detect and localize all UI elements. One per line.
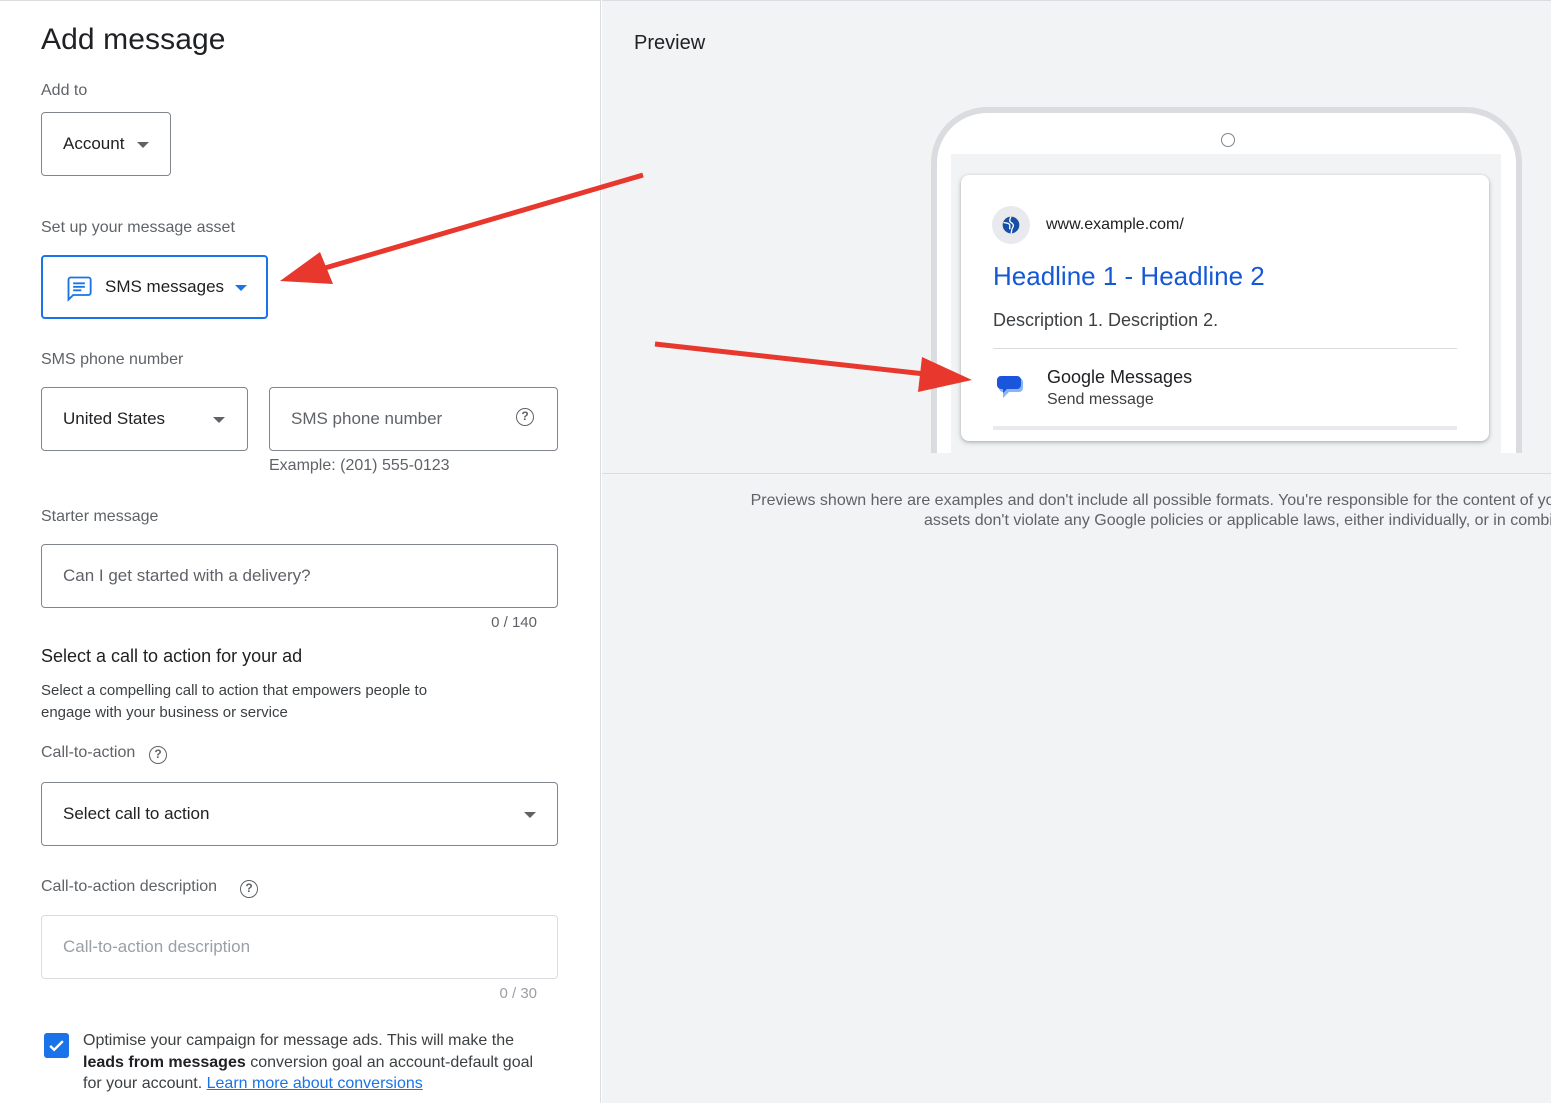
ad-divider: [993, 348, 1457, 349]
cta-description-placeholder: Call-to-action description: [63, 937, 251, 956]
help-icon[interactable]: ?: [240, 880, 258, 898]
preview-title: Preview: [634, 32, 706, 54]
cta-description-input[interactable]: Call-to-action description: [41, 915, 558, 979]
disclaimer-line-1: Previews shown here are examples and don…: [750, 492, 1551, 509]
optimise-checkbox[interactable]: [44, 1033, 69, 1058]
learn-more-link[interactable]: Learn more about conversions: [207, 1075, 423, 1092]
optimise-text: Optimise your campaign for message ads. …: [83, 1030, 563, 1095]
message-action[interactable]: Send message: [1047, 391, 1154, 409]
ad-card: www.example.com/ Headline 1 - Headline 2…: [961, 175, 1489, 441]
disclaimer: Previews shown here are examples and don…: [602, 491, 1551, 531]
disclaimer-line-2: assets don't violate any Google policies…: [924, 512, 1551, 529]
optimise-text-line-1: Optimise your campaign for message ads. …: [83, 1032, 514, 1049]
preview-panel: Preview www.example.com/ Headline 1 - He…: [602, 0, 1551, 1103]
caret-down-icon: [524, 812, 536, 818]
cta-select-value: Select call to action: [63, 804, 210, 823]
optimise-text-line-3: for your account.: [83, 1075, 207, 1092]
cta-description-counter: 0 / 30: [499, 985, 537, 1002]
phone-label: SMS phone number: [41, 351, 184, 368]
phone-example: Example: (201) 555-0123: [269, 457, 450, 474]
cta-description-label: Call-to-action description: [41, 878, 218, 895]
ad-url: www.example.com/: [1046, 216, 1184, 233]
starter-placeholder: Can I get started with a delivery?: [63, 566, 311, 585]
google-messages-icon: [995, 372, 1025, 407]
setup-label: Set up your message asset: [41, 219, 235, 236]
preview-divider: [602, 473, 1551, 474]
optimise-text-line-2: conversion goal an account-default goal: [245, 1053, 534, 1071]
starter-message-input[interactable]: Can I get started with a delivery?: [41, 544, 558, 608]
phone-frame: www.example.com/ Headline 1 - Headline 2…: [931, 107, 1522, 453]
chat-icon: [65, 274, 93, 307]
cta-description-line-1: Select a compelling call to action that …: [41, 682, 428, 699]
starter-label: Starter message: [41, 508, 159, 525]
globe-icon: [992, 206, 1030, 244]
checkmark-icon: [49, 1040, 64, 1052]
optimise-bold-text: leads from messages: [83, 1053, 246, 1071]
cta-description-line-2: engage with your business or service: [41, 704, 288, 721]
add-to-dropdown[interactable]: Account: [41, 112, 171, 176]
add-to-label: Add to: [41, 82, 88, 99]
caret-down-icon: [213, 417, 225, 423]
cta-label: Call-to-action: [41, 744, 136, 761]
caret-down-icon: [235, 285, 247, 291]
cta-dropdown[interactable]: Select call to action: [41, 782, 558, 846]
ad-headline[interactable]: Headline 1 - Headline 2: [993, 261, 1265, 292]
camera-icon: [1221, 133, 1235, 147]
sms-phone-placeholder: SMS phone number: [291, 409, 443, 428]
phone-screen: www.example.com/ Headline 1 - Headline 2…: [951, 154, 1501, 453]
message-app-name: Google Messages: [1047, 367, 1193, 387]
asset-type-dropdown[interactable]: SMS messages: [41, 255, 268, 319]
help-icon[interactable]: ?: [516, 408, 534, 426]
ad-bottom-bar: [993, 426, 1457, 430]
help-icon[interactable]: ?: [149, 746, 167, 764]
ad-description: Description 1. Description 2.: [993, 310, 1219, 330]
form-panel: Add message Add to Account Set up your m…: [0, 0, 601, 1103]
sms-phone-input[interactable]: SMS phone number ?: [269, 387, 558, 451]
caret-down-icon: [137, 142, 149, 148]
country-value: United States: [63, 409, 166, 428]
country-dropdown[interactable]: United States: [41, 387, 248, 451]
asset-type-value: SMS messages: [105, 277, 225, 296]
page-title: Add message: [41, 23, 226, 56]
starter-counter: 0 / 140: [491, 614, 537, 631]
cta-heading: Select a call to action for your ad: [41, 646, 303, 666]
add-to-value: Account: [63, 134, 125, 153]
